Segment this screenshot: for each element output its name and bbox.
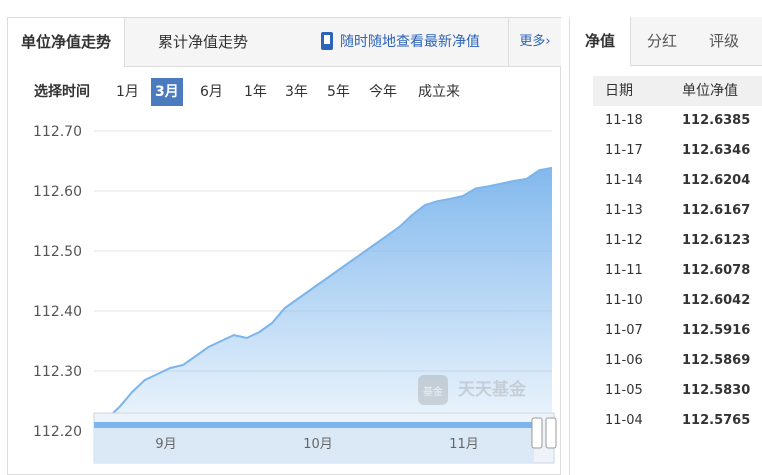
table-row: 11-18 112.6385 [605, 106, 755, 136]
row-date: 11-07 [605, 323, 643, 338]
row-date: 11-11 [605, 263, 643, 278]
row-unit-nav: 112.6204 [682, 173, 751, 188]
svg-text:基金: 基金 [423, 385, 443, 398]
table-row: 11-05 112.5830 [605, 376, 755, 406]
row-date: 11-17 [605, 143, 643, 158]
row-date: 11-18 [605, 113, 643, 128]
y-tick-label: 112.40 [33, 304, 82, 320]
table-row: 11-04 112.5765 [605, 406, 755, 436]
table-row: 11-14 112.6204 [605, 166, 755, 196]
y-tick-label: 112.30 [33, 364, 82, 380]
row-unit-nav: 112.5916 [682, 323, 751, 338]
navigator-handle-left[interactable] [531, 417, 543, 449]
row-date: 11-13 [605, 203, 643, 218]
table-row: 11-10 112.6042 [605, 286, 755, 316]
y-axis-labels: 112.70 112.60 112.50 112.40 112.30 112.20 [33, 124, 82, 440]
row-unit-nav: 112.6078 [682, 263, 751, 278]
table-row: 11-12 112.6123 [605, 226, 755, 256]
row-unit-nav: 112.6042 [682, 293, 751, 308]
x-tick-label: 11月 [449, 437, 479, 452]
table-tab-bar: 净值 分红 评级 [570, 17, 762, 66]
y-tick-label: 112.50 [33, 244, 82, 260]
table-row: 11-06 112.5869 [605, 346, 755, 376]
row-unit-nav: 112.5869 [682, 353, 751, 368]
row-unit-nav: 112.5765 [682, 413, 751, 428]
x-tick-label: 9月 [155, 437, 176, 452]
row-date: 11-05 [605, 383, 643, 398]
y-tick-label: 112.20 [33, 424, 82, 440]
row-date: 11-10 [605, 293, 643, 308]
y-tick-label: 112.60 [33, 184, 82, 200]
nav-area-chart: 112.70112.60112.50112.40112.30112.20 基金 … [33, 124, 557, 464]
header-date: 日期 [605, 83, 633, 99]
row-unit-nav: 112.6167 [682, 203, 751, 218]
table-row: 11-07 112.5916 [605, 316, 755, 346]
nav-table-panel: 净值 分红 评级 日期 单位净值 11-18 112.6385 11-17 112.6… [569, 17, 762, 475]
row-date: 11-06 [605, 353, 643, 368]
y-tick-label: 112.70 [33, 124, 82, 140]
nav-chart-panel: 单位净值走势 累计净值走势 随时随地查看最新净值 更多› 选择时间 1月 3月 … [7, 17, 561, 475]
header-unit-nav: 单位净值 [682, 83, 738, 99]
range-navigator: 9月 10月 11月 [93, 412, 557, 464]
row-date: 11-12 [605, 233, 643, 248]
table-row: 11-13 112.6167 [605, 196, 755, 226]
table-row: 11-17 112.6346 [605, 136, 755, 166]
row-unit-nav: 112.6346 [682, 143, 751, 158]
row-date: 11-04 [605, 413, 643, 428]
tab-dividend[interactable]: 分红 [647, 17, 677, 65]
nav-table-header: 日期 单位净值 [593, 76, 762, 106]
row-unit-nav: 112.5830 [682, 383, 751, 398]
watermark-text: 天天基金 [458, 379, 527, 400]
tab-rating[interactable]: 评级 [709, 17, 739, 65]
table-row: 11-11 112.6078 [605, 256, 755, 286]
tab-nav[interactable]: 净值 [570, 17, 631, 66]
row-date: 11-14 [605, 173, 643, 188]
row-unit-nav: 112.6123 [682, 233, 751, 248]
row-unit-nav: 112.6385 [682, 113, 751, 128]
navigator-handle-right[interactable] [545, 417, 557, 449]
x-tick-label: 10月 [303, 437, 333, 452]
